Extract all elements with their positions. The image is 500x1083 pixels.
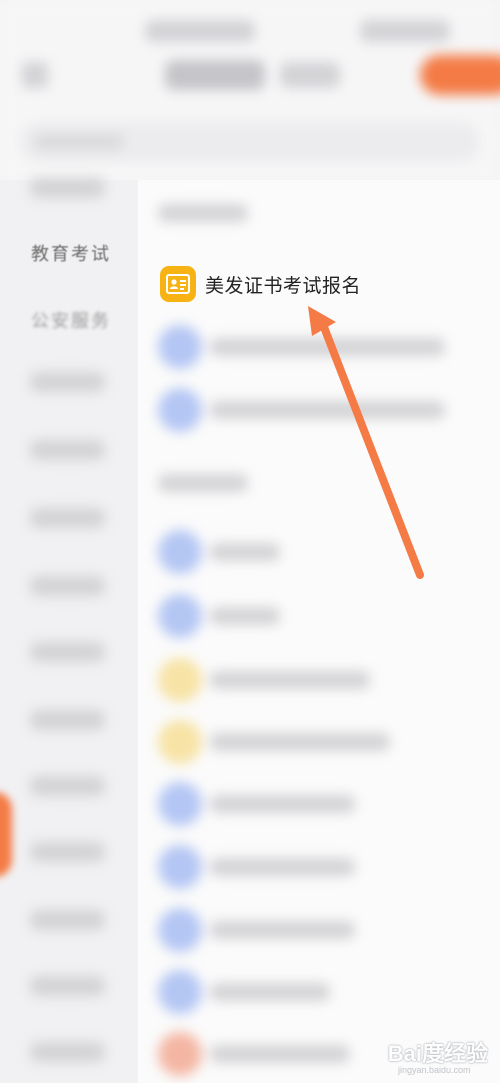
status-placeholder xyxy=(360,20,450,42)
content-panel xyxy=(138,180,500,1083)
back-icon[interactable] xyxy=(22,62,48,88)
sidebar-item[interactable] xyxy=(30,440,105,460)
section-title-placeholder xyxy=(158,474,248,492)
list-item-icon xyxy=(158,720,202,764)
sidebar-item[interactable] xyxy=(30,842,105,862)
watermark-url: jingyan.baidu.com xyxy=(398,1065,471,1075)
sidebar-active-indicator xyxy=(0,792,12,877)
list-item-icon xyxy=(158,325,202,369)
list-item-icon xyxy=(158,970,202,1014)
list-item-icon xyxy=(158,908,202,952)
sidebar-item[interactable] xyxy=(30,178,105,198)
sidebar-item[interactable] xyxy=(30,576,105,596)
watermark-text: Bai度经验 xyxy=(387,1041,488,1066)
sidebar-item[interactable] xyxy=(30,508,105,528)
list-item[interactable] xyxy=(210,795,355,813)
search-bar[interactable] xyxy=(20,122,480,162)
header-title-placeholder xyxy=(165,60,265,90)
sidebar-item[interactable] xyxy=(30,976,105,996)
list-item[interactable] xyxy=(210,401,445,419)
list-item[interactable] xyxy=(210,607,280,625)
sidebar-item[interactable] xyxy=(30,1042,105,1062)
list-item[interactable] xyxy=(210,733,390,751)
sidebar-item[interactable] xyxy=(30,776,105,796)
sidebar-item-education-exam[interactable]: 教育考试 xyxy=(31,240,111,266)
list-item-icon xyxy=(158,594,202,638)
search-placeholder xyxy=(34,134,124,150)
app-screen: 教育考试 公安服务 美发证书考试报名 Bai度经验 jingyan.baidu.… xyxy=(0,0,500,1083)
list-item-icon xyxy=(158,530,202,574)
list-item-icon xyxy=(158,1032,202,1076)
hairdressing-exam-item[interactable]: 美发证书考试报名 xyxy=(160,264,400,304)
list-item[interactable] xyxy=(210,338,445,356)
header-subtitle-placeholder xyxy=(280,62,340,88)
list-item[interactable] xyxy=(210,1045,350,1063)
list-item[interactable] xyxy=(210,543,280,561)
list-item-icon xyxy=(158,388,202,432)
list-item[interactable] xyxy=(210,983,330,1001)
list-item-icon xyxy=(158,658,202,702)
header xyxy=(0,0,500,180)
list-item[interactable] xyxy=(210,858,355,876)
list-item-icon xyxy=(158,845,202,889)
status-placeholder xyxy=(145,20,255,42)
sidebar-item[interactable] xyxy=(30,372,105,392)
hairdressing-exam-label: 美发证书考试报名 xyxy=(205,275,362,297)
header-action-button[interactable] xyxy=(420,55,500,95)
sidebar-item[interactable] xyxy=(30,710,105,730)
section-title-placeholder xyxy=(158,204,248,222)
list-item-icon xyxy=(158,782,202,826)
id-card-icon xyxy=(160,266,196,302)
sidebar-item[interactable] xyxy=(30,642,105,662)
sidebar-item-public-security[interactable]: 公安服务 xyxy=(31,307,111,333)
list-item[interactable] xyxy=(210,921,355,939)
sidebar-item[interactable] xyxy=(30,910,105,930)
list-item[interactable] xyxy=(210,671,370,689)
